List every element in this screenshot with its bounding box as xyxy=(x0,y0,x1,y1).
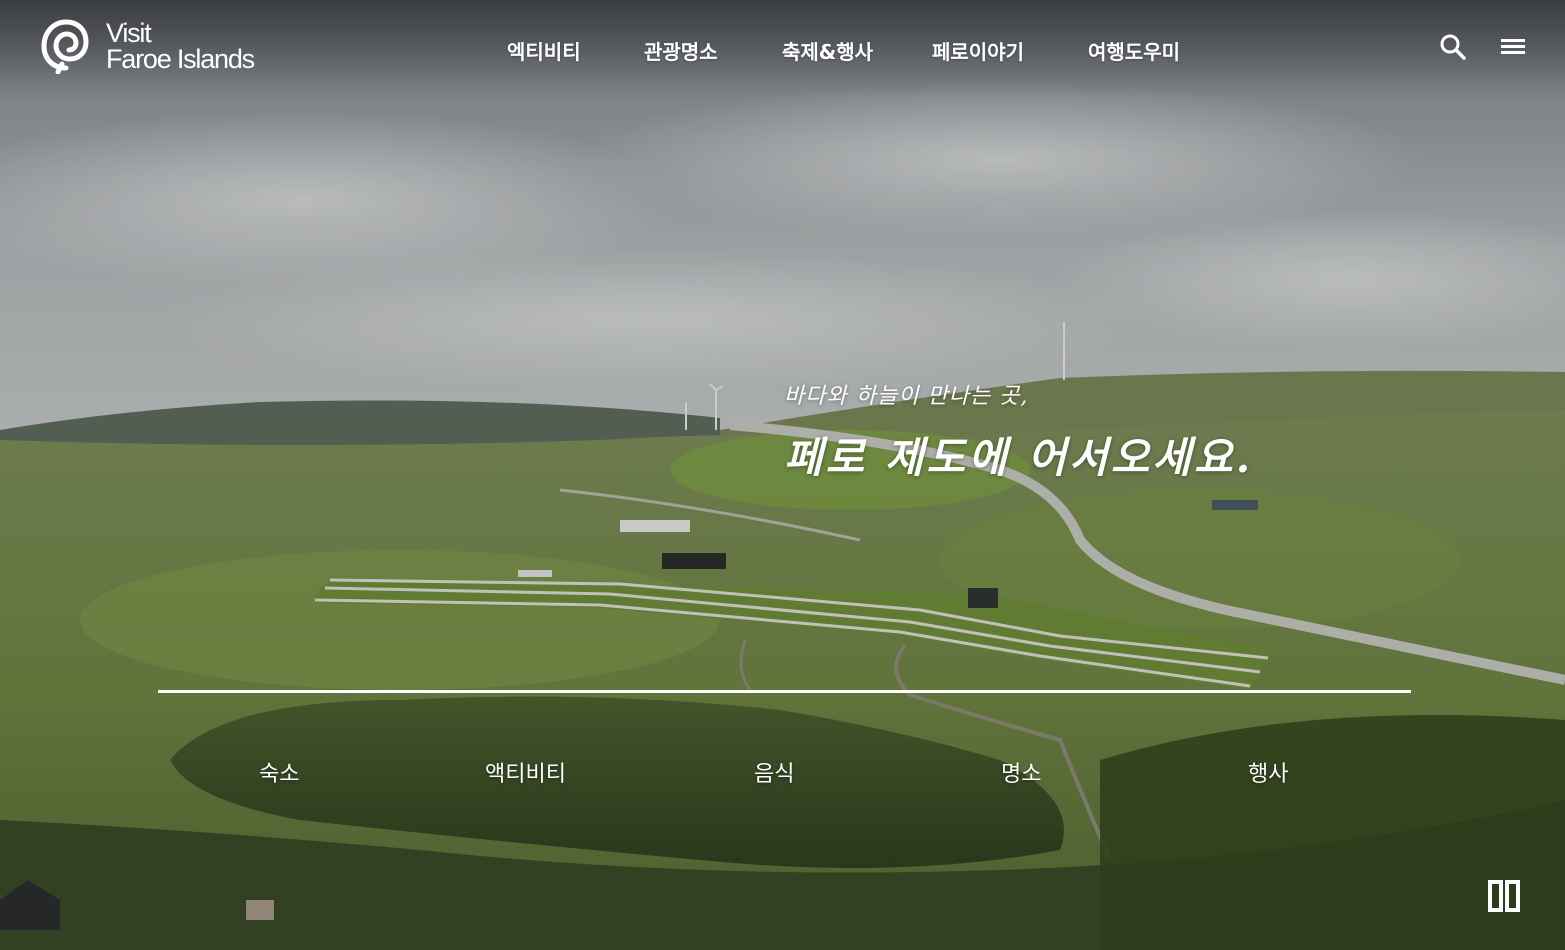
quick-link-attractions[interactable]: 명소 xyxy=(1001,756,1041,788)
logo-wordmark: Visit Faroe Islands xyxy=(106,18,255,74)
hamburger-menu-icon xyxy=(1501,39,1525,54)
hero-headline: 바다와 하늘이 만나는 곳, 페로 제도에 어서오세요. xyxy=(784,378,1253,485)
spiral-logo-icon xyxy=(41,19,89,74)
search-icon xyxy=(1440,34,1466,60)
quick-link-events[interactable]: 행사 xyxy=(1248,756,1288,788)
nav-item-travel-helper[interactable]: 여행도우미 xyxy=(1088,36,1180,65)
nav-item-activities[interactable]: 엑티비티 xyxy=(507,36,581,65)
search-button[interactable] xyxy=(1438,32,1468,62)
hero-video-background: Visit Faroe Islands 엑티비티 관광명소 축제&행사 페로이야… xyxy=(0,0,1565,950)
quick-link-activities[interactable]: 액티비티 xyxy=(485,756,566,788)
logo-line-visit: Visit xyxy=(106,18,152,48)
logo-line-faroe-islands: Faroe Islands xyxy=(106,44,255,74)
nav-item-festivals-events[interactable]: 축제&행사 xyxy=(782,36,873,65)
nav-item-attractions[interactable]: 관광명소 xyxy=(644,36,718,65)
quick-link-food[interactable]: 음식 xyxy=(754,756,794,788)
quick-link-accommodation[interactable]: 숙소 xyxy=(259,756,299,788)
video-pause-button[interactable] xyxy=(1488,880,1520,912)
menu-button[interactable] xyxy=(1498,32,1528,62)
hero-title: 페로 제도에 어서오세요. xyxy=(784,433,1254,482)
nav-item-faroe-stories[interactable]: 페로이야기 xyxy=(932,36,1024,65)
quick-links-divider xyxy=(158,690,1411,693)
landscape-image xyxy=(0,0,1565,950)
quick-links-bar: 숙소 액티비티 음식 명소 행사 xyxy=(158,756,1411,792)
hero-subtitle: 바다와 하늘이 만나는 곳, xyxy=(784,384,1029,409)
pause-icon xyxy=(1488,880,1520,912)
visit-faroe-islands-logo[interactable]: Visit Faroe Islands xyxy=(40,18,255,74)
